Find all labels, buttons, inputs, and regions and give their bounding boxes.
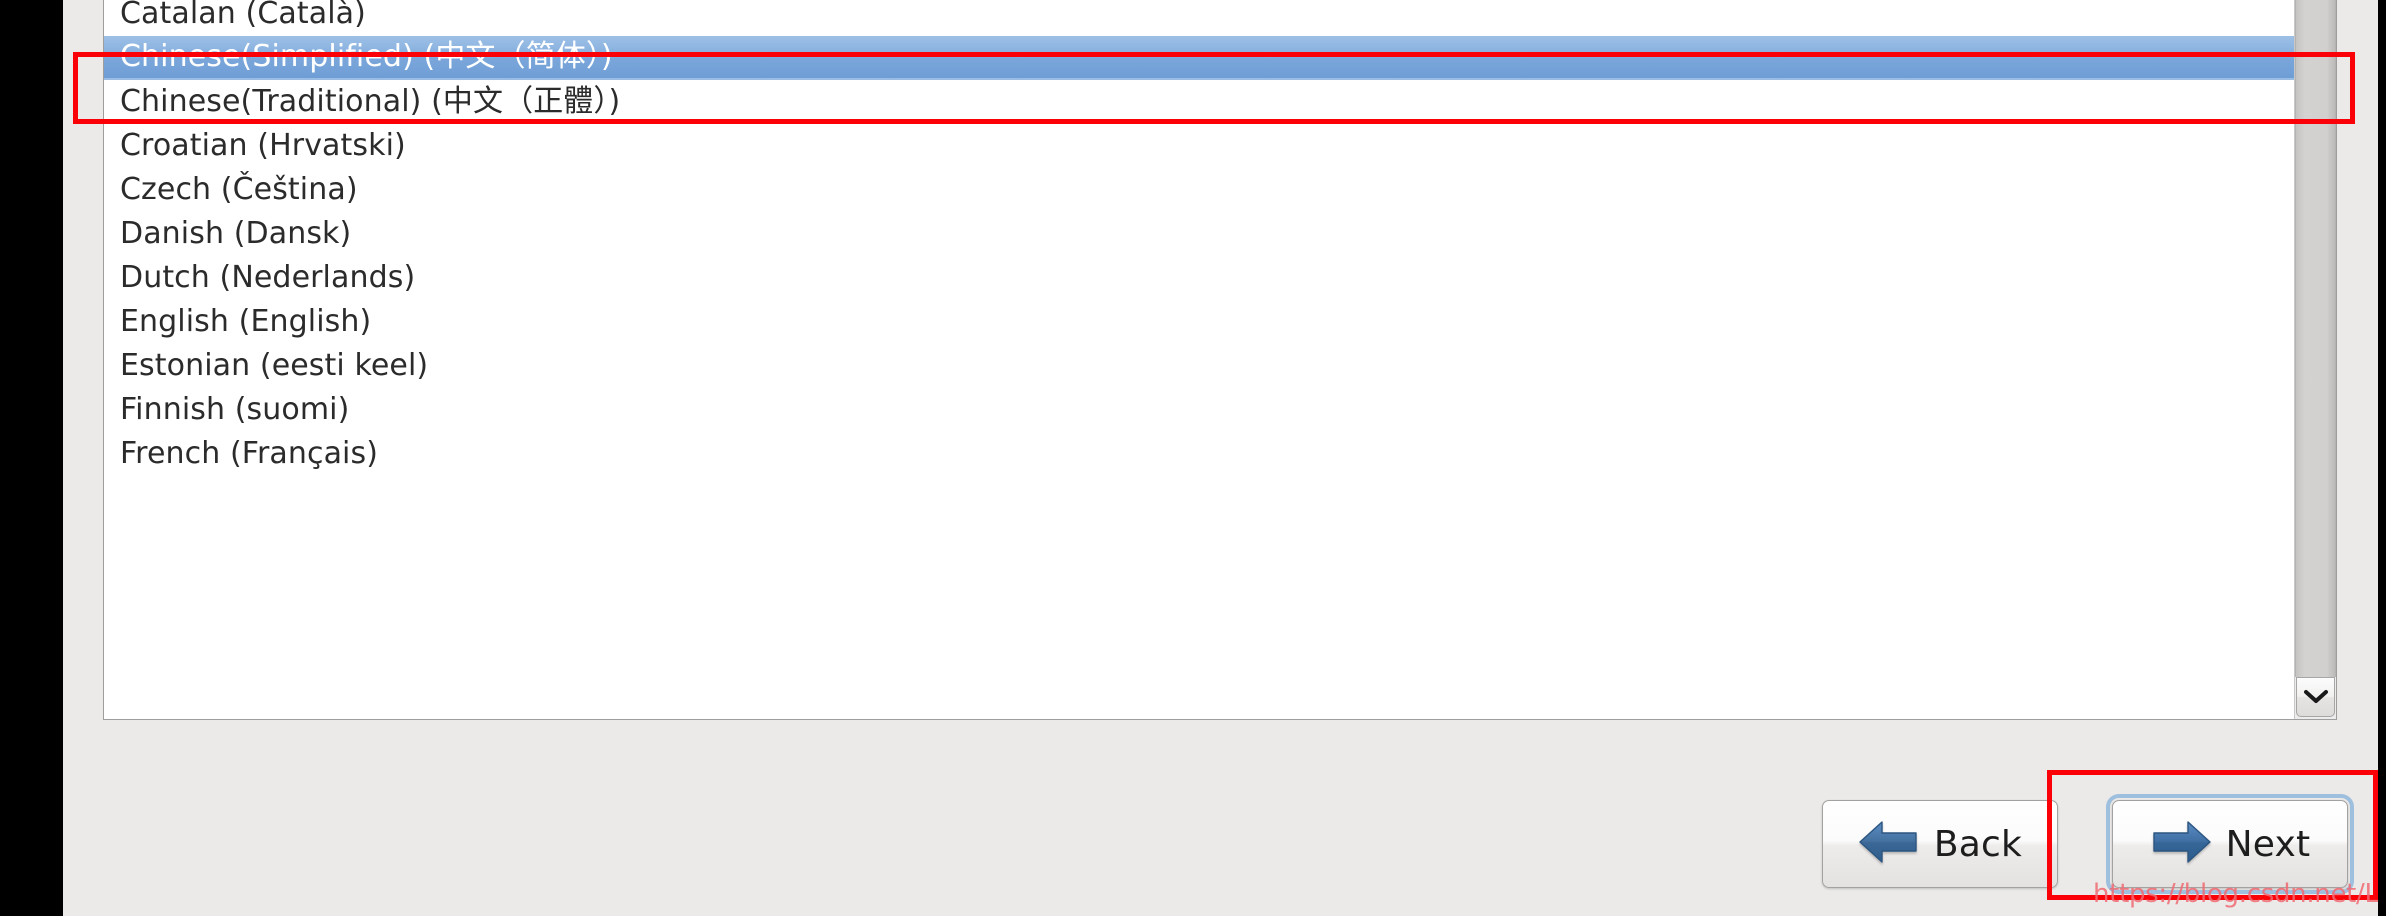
list-item[interactable]: Czech (Čeština) xyxy=(104,168,2294,212)
list-item[interactable]: Dutch (Nederlands) xyxy=(104,256,2294,300)
arrow-right-icon xyxy=(2150,814,2212,874)
scrollbar-down-button[interactable] xyxy=(2296,677,2335,717)
next-button[interactable]: Next xyxy=(2106,794,2354,894)
back-button[interactable]: Back xyxy=(1822,800,2058,888)
arrow-left-icon xyxy=(1858,814,1920,874)
watermark-text: https://blog.csdn.net/L_iReign xyxy=(2093,879,2386,909)
list-item[interactable]: English (English) xyxy=(104,300,2294,344)
letterbox-bar-left xyxy=(0,0,63,916)
list-item[interactable]: Chinese(Traditional) (中文（正體）) xyxy=(104,80,2294,124)
list-item[interactable]: Finnish (suomi) xyxy=(104,388,2294,432)
language-list-viewport[interactable]: Catalan (Català) Chinese(Simplified) (中文… xyxy=(104,0,2294,719)
installer-dialog: Catalan (Català) Chinese(Simplified) (中文… xyxy=(63,0,2378,916)
list-item[interactable]: Catalan (Català) xyxy=(104,0,2294,36)
list-item[interactable]: Croatian (Hrvatski) xyxy=(104,124,2294,168)
list-item-selected[interactable]: Chinese(Simplified) (中文（简体）) xyxy=(104,36,2294,80)
scrollbar-thumb[interactable] xyxy=(2295,0,2336,677)
back-button-label: Back xyxy=(1933,823,2023,865)
list-item[interactable]: Estonian (eesti keel) xyxy=(104,344,2294,388)
letterbox-bar-right xyxy=(2378,0,2386,916)
screen-root: Catalan (Català) Chinese(Simplified) (中文… xyxy=(0,0,2386,916)
language-listbox[interactable]: Catalan (Català) Chinese(Simplified) (中文… xyxy=(103,0,2337,720)
chevron-down-icon xyxy=(2303,689,2329,705)
next-button-label: Next xyxy=(2225,823,2311,865)
vertical-scrollbar[interactable] xyxy=(2294,0,2336,719)
list-item[interactable]: Danish (Dansk) xyxy=(104,212,2294,256)
list-item[interactable]: French (Français) xyxy=(104,432,2294,476)
